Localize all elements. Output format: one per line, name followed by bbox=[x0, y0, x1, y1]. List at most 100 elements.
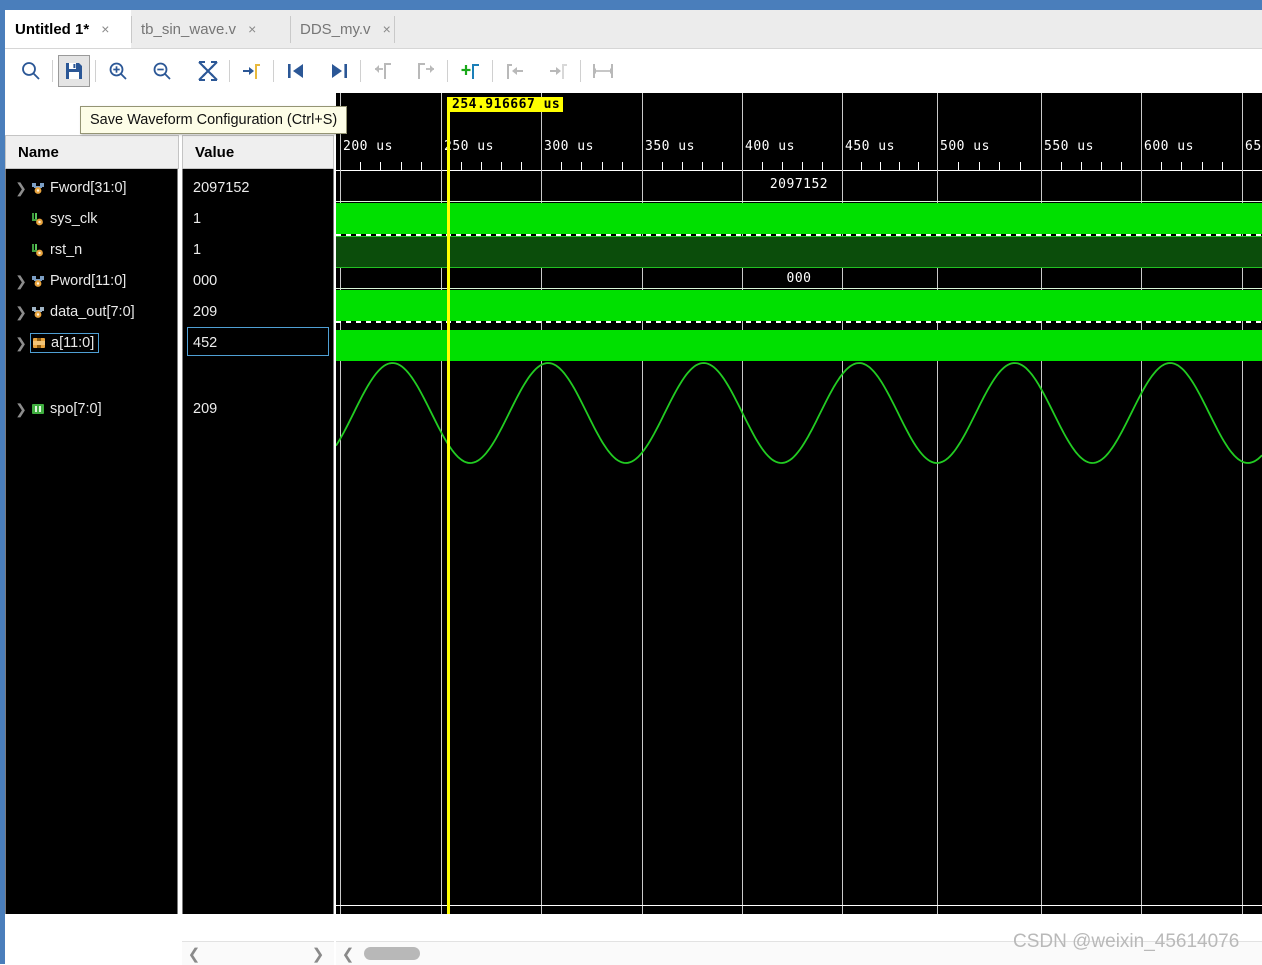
signal-entry[interactable]: sys_clk bbox=[31, 211, 98, 227]
signal-value-label: 000 bbox=[193, 272, 218, 289]
toolbar-separator bbox=[580, 60, 581, 82]
ruler-tick-label: 550 us bbox=[1044, 139, 1094, 154]
ruler-minor-tick bbox=[782, 162, 783, 171]
ruler-minor-tick bbox=[401, 162, 402, 171]
bus-memory-icon bbox=[31, 402, 45, 416]
add-marker-icon[interactable] bbox=[455, 55, 487, 87]
signal-row[interactable]: ❯ sys_clk bbox=[11, 203, 98, 234]
ruler-minor-tick bbox=[1101, 162, 1102, 171]
scroll-left-arrow[interactable]: ❮ bbox=[186, 945, 202, 963]
signal-name-label: Fword[31:0] bbox=[50, 179, 127, 196]
scroll-right-arrow[interactable]: ❯ bbox=[310, 945, 326, 963]
signal-value-row[interactable]: 209 bbox=[183, 296, 217, 327]
wave-scroll-thumb[interactable] bbox=[364, 947, 420, 960]
next-transition-icon[interactable] bbox=[323, 55, 355, 87]
signal-value-label: 1 bbox=[193, 210, 202, 227]
previous-transition-icon[interactable] bbox=[280, 55, 312, 87]
goto-cursor-icon[interactable] bbox=[236, 55, 268, 87]
signal-row[interactable]: ❯ spo[7:0] bbox=[11, 393, 102, 424]
ruler-minor-tick bbox=[602, 162, 603, 171]
ruler-minor-tick bbox=[999, 162, 1000, 171]
signal-entry[interactable]: Fword[31:0] bbox=[31, 180, 127, 196]
ruler-tick-label: 500 us bbox=[940, 139, 990, 154]
time-cursor[interactable] bbox=[447, 97, 450, 914]
save-waveform-icon[interactable] bbox=[58, 55, 90, 87]
signal-value-label: 452 bbox=[193, 334, 218, 351]
signal-entry[interactable]: spo[7:0] bbox=[31, 401, 102, 417]
tab-0[interactable]: Untitled 1* × bbox=[5, 10, 131, 48]
ruler-minor-tick bbox=[662, 162, 663, 171]
ruler-tick-label: 200 us bbox=[343, 139, 393, 154]
ruler-minor-tick bbox=[802, 162, 803, 171]
signal-row[interactable]: ❯ Pword[11:0] bbox=[11, 265, 126, 296]
tab-close-icon[interactable]: × bbox=[383, 22, 391, 36]
ruler-minor-tick bbox=[461, 162, 462, 171]
tooltip-text: Save Waveform Configuration (Ctrl+S) bbox=[90, 112, 338, 128]
signal-name-pane[interactable]: ❯ Fword[31:0] ❯ sys_clk ❯ rst_n ❯ Pword[11:0] ❯ d… bbox=[5, 169, 178, 914]
signal-row[interactable]: ❯ a[11:0] bbox=[11, 327, 100, 358]
signal-value-row[interactable]: 1 bbox=[183, 234, 201, 265]
ruler-minor-tick bbox=[822, 162, 823, 171]
data-out-band bbox=[336, 290, 1262, 321]
chevron-right-icon[interactable]: ❯ bbox=[11, 402, 31, 416]
waveform-pane[interactable]: 200 us 250 us 300 us 350 us 400 us 450 us 500 … bbox=[336, 93, 1262, 914]
ruler-minor-tick bbox=[581, 162, 582, 171]
name-column-header-label: Name bbox=[18, 143, 59, 161]
prev-marker-icon bbox=[367, 55, 399, 87]
rst-n-band bbox=[336, 236, 1262, 268]
signal-row[interactable]: ❯ rst_n bbox=[11, 234, 82, 265]
signal-name-label: data_out[7:0] bbox=[50, 303, 135, 320]
signal-entry[interactable]: rst_n bbox=[31, 242, 82, 258]
signal-value-label: 1 bbox=[193, 241, 202, 258]
chevron-right-icon[interactable]: ❯ bbox=[11, 274, 31, 288]
chevron-right-icon[interactable]: ❯ bbox=[11, 336, 31, 350]
tab-bar: Untitled 1* × tb_sin_wave.v × DDS_my.v × bbox=[5, 10, 1262, 49]
signal-value-row[interactable]: 452 bbox=[183, 327, 329, 358]
name-pane-scrollbar[interactable]: ❮ ❯ bbox=[182, 941, 334, 965]
signal-row[interactable]: ❯ Fword[31:0] bbox=[11, 172, 127, 203]
signal-name-label: a[11:0] bbox=[51, 334, 95, 351]
signal-row[interactable]: ❯ data_out[7:0] bbox=[11, 296, 135, 327]
tab-1[interactable]: tb_sin_wave.v × bbox=[131, 10, 290, 48]
waveform-toolbar bbox=[5, 49, 1262, 93]
ruler-tick-label: 400 us bbox=[745, 139, 795, 154]
selected-signal-box[interactable]: a[11:0] bbox=[30, 332, 100, 353]
ruler-minor-tick bbox=[561, 162, 562, 171]
tab-2[interactable]: DDS_my.v × bbox=[290, 10, 394, 48]
value-column-header[interactable]: Value bbox=[182, 135, 334, 169]
zoom-out-icon[interactable] bbox=[146, 55, 178, 87]
tab-label: Untitled 1* bbox=[15, 20, 90, 38]
toolbar-separator bbox=[229, 60, 230, 82]
toolbar-separator bbox=[52, 60, 53, 82]
ruler-minor-tick bbox=[1222, 162, 1223, 171]
signal-value-label: 2097152 bbox=[193, 179, 250, 196]
bus-value-label: 000 bbox=[786, 271, 812, 286]
tree-indent-spacer: ❯ bbox=[11, 212, 31, 226]
name-column-header[interactable]: Name bbox=[5, 135, 179, 169]
wave-scroll-left-arrow[interactable]: ❮ bbox=[340, 945, 356, 963]
watermark: CSDN @weixin_45614076 bbox=[1013, 931, 1240, 952]
clock-signal-icon bbox=[31, 212, 45, 226]
cursor-time-label: 254.916667 us bbox=[449, 97, 564, 112]
ruler-minor-tick bbox=[702, 162, 703, 171]
toolbar-separator bbox=[95, 60, 96, 82]
chevron-right-icon[interactable]: ❯ bbox=[11, 305, 31, 319]
zoom-in-icon[interactable] bbox=[102, 55, 134, 87]
ruler-minor-tick bbox=[899, 162, 900, 171]
zoom-fit-icon[interactable] bbox=[192, 55, 224, 87]
signal-value-row[interactable]: 000 bbox=[183, 265, 217, 296]
signal-value-row[interactable]: 209 bbox=[183, 393, 217, 424]
signal-entry[interactable]: data_out[7:0] bbox=[31, 304, 135, 320]
search-icon[interactable] bbox=[15, 55, 47, 87]
signal-entry[interactable]: Pword[11:0] bbox=[31, 273, 126, 289]
ruler-minor-tick bbox=[1121, 162, 1122, 171]
signal-value-pane[interactable]: 2097152 1 1 000 209 452 209 bbox=[182, 169, 334, 914]
chevron-right-icon[interactable]: ❯ bbox=[11, 181, 31, 195]
tab-close-icon[interactable]: × bbox=[248, 22, 256, 36]
ruler-minor-tick bbox=[501, 162, 502, 171]
ruler-minor-tick bbox=[1161, 162, 1162, 171]
signal-value-row[interactable]: 1 bbox=[183, 203, 201, 234]
ruler-tick-label: 650 bbox=[1245, 139, 1262, 154]
signal-value-row[interactable]: 2097152 bbox=[183, 172, 249, 203]
tab-close-icon[interactable]: × bbox=[101, 22, 109, 36]
